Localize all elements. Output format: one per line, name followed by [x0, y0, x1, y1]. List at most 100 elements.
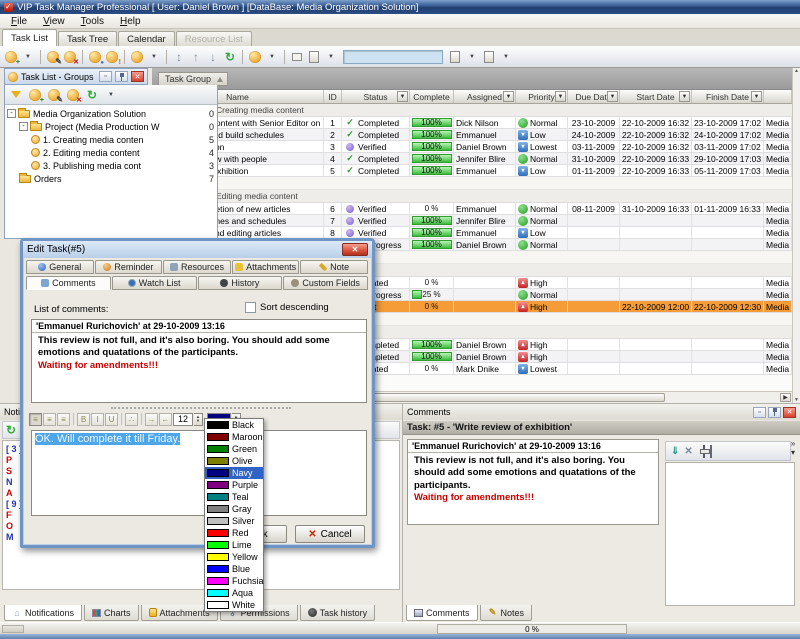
color-option-blue[interactable]: Blue	[205, 563, 263, 575]
add-task-menu-button[interactable]: ▼	[20, 48, 36, 66]
menu-view[interactable]: View	[35, 14, 73, 28]
dialog-tab-resources[interactable]: Resources	[163, 260, 231, 274]
find-button[interactable]	[447, 48, 463, 66]
task-row[interactable]: Gather information3Verified100%Daniel Br…	[152, 141, 792, 153]
tree-expander-icon[interactable]: -	[19, 122, 28, 131]
hscroll-right-arrow[interactable]: ▶	[780, 393, 791, 402]
menu-file[interactable]: File	[3, 14, 35, 28]
groups-panel-restore-button[interactable]: ▫	[99, 71, 112, 82]
tab-calendar[interactable]: Calendar	[118, 31, 175, 46]
color-option-gray[interactable]: Gray	[205, 503, 263, 515]
color-option-teal[interactable]: Teal	[205, 491, 263, 503]
task-row[interactable]: Write review of exhibition5✓Completed100…	[152, 165, 792, 177]
color-option-white[interactable]: White	[205, 599, 263, 611]
groups-panel-close-button[interactable]: ✕	[131, 71, 144, 82]
move-down-button[interactable]: ↓	[205, 48, 221, 66]
task-row[interactable]: Check for deadlines and schedules7Verifi…	[152, 215, 792, 227]
tab-task-tree[interactable]: Task Tree	[58, 31, 117, 46]
delete-task-button[interactable]	[62, 48, 78, 66]
bottom-tab-charts[interactable]: Charts	[84, 605, 139, 621]
filter-dropdown-icon[interactable]: ▼	[555, 91, 566, 102]
dialog-tab-custom-fields[interactable]: Custom Fields	[283, 276, 368, 290]
color-option-fuchsia[interactable]: Fuchsia	[205, 575, 263, 587]
task-group-header[interactable]: Task Group : 2. Editing media content	[152, 190, 792, 203]
task-actions-menu-button[interactable]: ▼	[146, 48, 162, 66]
bottom-tab-notifications[interactable]: ⌂Notifications	[4, 605, 82, 621]
column-header-media[interactable]	[764, 90, 792, 103]
reports-menu-button[interactable]: ▼	[323, 48, 339, 66]
task-row[interactable]: Discuss media content with Senior Editor…	[152, 117, 792, 129]
tree-item-2-editing-media-content[interactable]: 2. Editing media content4	[5, 146, 217, 159]
outdent-button[interactable]: ←	[159, 413, 172, 426]
align-center-button[interactable]: ≡	[43, 413, 56, 426]
delete-group-button[interactable]	[65, 86, 81, 104]
complete-task-button[interactable]	[104, 48, 120, 66]
filter-dropdown-icon[interactable]: ▼	[679, 91, 690, 102]
bold-button[interactable]: B	[77, 413, 90, 426]
color-option-yellow[interactable]: Yellow	[205, 551, 263, 563]
bullet-list-button[interactable]: ∴	[125, 413, 138, 426]
color-option-navy[interactable]: Navy	[205, 467, 263, 479]
expand-collapse-button[interactable]: ↕	[171, 48, 187, 66]
menu-tools[interactable]: Tools	[73, 14, 112, 28]
bottom-tab-task-history[interactable]: Task history	[300, 605, 376, 621]
comments-panel-close-button[interactable]: ✕	[783, 407, 796, 418]
tree-item-3-publishing-media-cont[interactable]: 3. Publishing media cont3	[5, 159, 217, 172]
collapse-panels-button[interactable]	[289, 48, 305, 66]
menu-help[interactable]: Help	[112, 14, 149, 28]
font-size-value[interactable]: 12	[173, 413, 193, 426]
duplicate-task-button[interactable]	[87, 48, 103, 66]
color-option-purple[interactable]: Purple	[205, 479, 263, 491]
tree-item-media-organization-solution[interactable]: -Media Organization Solution0	[5, 107, 217, 120]
edit-group-button[interactable]	[46, 86, 62, 104]
add-group-button[interactable]	[27, 86, 43, 104]
task-row[interactable]: Check for completion of new articles6Ver…	[152, 203, 792, 215]
refresh-notifications-icon[interactable]: ↻	[6, 423, 16, 437]
save-comment-button[interactable]: ⇓	[671, 446, 679, 457]
align-left-button[interactable]: ≡	[29, 413, 42, 426]
column-header-id[interactable]: ID	[324, 90, 342, 103]
align-right-button[interactable]: ≡	[57, 413, 70, 426]
resize-handle[interactable]	[111, 407, 291, 409]
reports-button[interactable]	[306, 48, 322, 66]
dialog-tab-reminder[interactable]: Reminder	[95, 260, 163, 274]
find-menu-button[interactable]: ▼	[464, 48, 480, 66]
filter-groups-button[interactable]	[8, 86, 24, 104]
underline-button[interactable]: U	[105, 413, 118, 426]
task-row[interactable]: Have an interview with people4✓Completed…	[152, 153, 792, 165]
indent-button[interactable]: →	[145, 413, 158, 426]
layout-button[interactable]	[481, 48, 497, 66]
column-header-status[interactable]: Status▼	[342, 90, 410, 103]
task-row[interactable]: Get deadlines and build schedules2✓Compl…	[152, 129, 792, 141]
column-header-finish-date[interactable]: Finish Date▼	[692, 90, 764, 103]
delete-comment-button[interactable]: ✕	[684, 446, 692, 457]
groups-more-button[interactable]: ▼	[103, 86, 119, 104]
bottom-tab-notes[interactable]: ✎Notes	[480, 605, 533, 621]
views-menu-button[interactable]: ▼	[264, 48, 280, 66]
vscroll-up-arrow[interactable]: ▲	[794, 68, 799, 74]
views-button[interactable]	[247, 48, 263, 66]
dialog-tab-general[interactable]: General	[26, 260, 94, 274]
tab-task-list[interactable]: Task List	[2, 29, 57, 46]
tree-item-orders[interactable]: Orders7	[5, 172, 217, 185]
comment-card[interactable]: 'Emmanuel Rurichovich' at 29-10-2009 13:…	[407, 439, 659, 525]
italic-button[interactable]: I	[91, 413, 104, 426]
refresh-button[interactable]: ↻	[222, 48, 238, 66]
split-view-button[interactable]	[710, 446, 712, 457]
color-option-red[interactable]: Red	[205, 527, 263, 539]
filter-dropdown-icon[interactable]: ▼	[397, 91, 408, 102]
column-header-assigned[interactable]: Assigned▼	[454, 90, 516, 103]
comments-panel-pin-button[interactable]	[768, 407, 781, 418]
dialog-tab-attachments[interactable]: Attachments	[232, 260, 300, 274]
dialog-tab-note[interactable]: Note	[300, 260, 368, 274]
column-header-start-date[interactable]: Start Date▼	[620, 90, 692, 103]
column-header-priority[interactable]: Priority▼	[516, 90, 568, 103]
filter-dropdown-icon[interactable]: ▼	[751, 91, 762, 102]
comment-text-input[interactable]: OK. Will complete it till Friday.	[31, 430, 367, 516]
comments-panel-restore-button[interactable]: ▫	[753, 407, 766, 418]
layout-menu-button[interactable]: ▼	[498, 48, 514, 66]
color-option-aqua[interactable]: Aqua	[205, 587, 263, 599]
color-option-silver[interactable]: Silver	[205, 515, 263, 527]
color-option-black[interactable]: Black	[205, 419, 263, 431]
refresh-groups-button[interactable]: ↻	[84, 86, 100, 104]
